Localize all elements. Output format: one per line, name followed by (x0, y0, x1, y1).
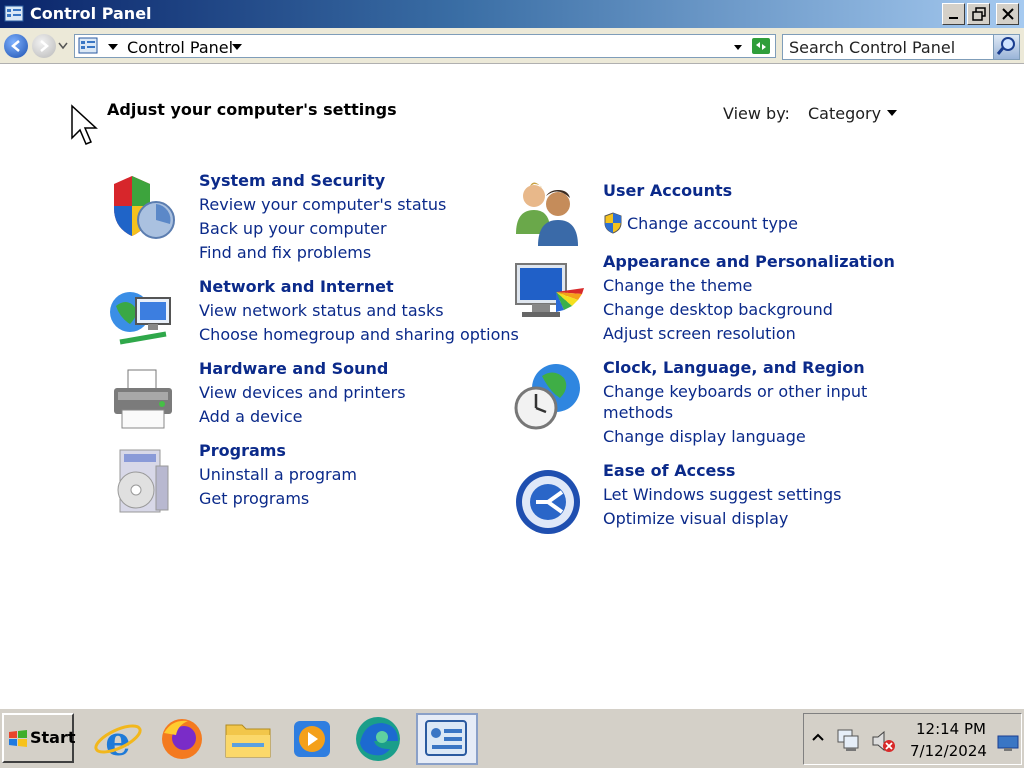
view-by-label: View by: (723, 104, 790, 123)
clock-date[interactable]: 7/12/2024 (910, 742, 987, 760)
forward-arrow-icon (40, 40, 49, 52)
link-change-keyboards[interactable]: Change keyboards or other input (603, 382, 867, 401)
shield-icon (114, 176, 175, 239)
ease-of-access-icon (516, 470, 580, 534)
main-content: Adjust your computer's settings View by:… (0, 64, 1024, 708)
link-change-account-type[interactable]: Change account type (627, 214, 798, 233)
taskbar: Start e 12:14 PM 7/12/2024 (0, 708, 1024, 768)
back-arrow-icon (11, 40, 20, 52)
recent-pages-dropdown-icon[interactable] (58, 42, 68, 50)
view-by-select[interactable]: Category (808, 104, 881, 123)
internet-explorer-icon: e (94, 718, 142, 765)
address-field[interactable]: Control Panel (74, 34, 776, 58)
volume-muted-icon[interactable] (870, 728, 896, 754)
refresh-icon[interactable] (751, 36, 771, 56)
link-screen-resolution[interactable]: Adjust screen resolution (603, 324, 796, 343)
clock-time[interactable]: 12:14 PM (916, 720, 986, 738)
taskbar-app-media-player[interactable] (284, 713, 340, 765)
show-desktop-icon[interactable] (996, 734, 1020, 752)
page-title: Adjust your computer's settings (107, 100, 397, 119)
close-button[interactable] (996, 3, 1019, 25)
link-review-status[interactable]: Review your computer's status (199, 195, 446, 214)
link-back-up[interactable]: Back up your computer (199, 219, 387, 238)
media-player-icon (294, 721, 330, 757)
category-network-and-internet[interactable]: Network and Internet (199, 277, 394, 296)
mouse-cursor-icon (71, 104, 98, 145)
taskbar-app-edge[interactable] (350, 713, 406, 765)
taskbar-app-control-panel[interactable] (416, 713, 478, 765)
system-tray: 12:14 PM 7/12/2024 (803, 713, 1022, 765)
minimize-button[interactable] (942, 3, 965, 25)
link-optimize-visual-display[interactable]: Optimize visual display (603, 509, 788, 528)
clock-globe-icon (514, 364, 580, 430)
link-find-fix-problems[interactable]: Find and fix problems (199, 243, 371, 262)
link-change-keyboards-continued[interactable]: methods (603, 403, 673, 422)
search-input[interactable]: Search Control Panel (782, 34, 1020, 60)
chevron-down-icon[interactable] (231, 43, 243, 51)
uac-shield-icon (604, 212, 622, 234)
chevron-down-icon[interactable] (887, 110, 897, 116)
category-clock-language-region[interactable]: Clock, Language, and Region (603, 358, 865, 377)
category-system-and-security[interactable]: System and Security (199, 171, 385, 190)
category-programs[interactable]: Programs (199, 441, 286, 460)
taskbar-app-firefox[interactable] (154, 713, 210, 765)
chevron-down-icon[interactable] (107, 43, 119, 51)
window-title: Control Panel (30, 4, 152, 23)
start-label: Start (30, 728, 76, 747)
link-change-display-language[interactable]: Change display language (603, 427, 806, 446)
show-hidden-icons-icon[interactable] (812, 732, 824, 746)
network-icon[interactable] (836, 728, 862, 752)
back-button[interactable] (4, 34, 28, 58)
restore-button[interactable] (967, 3, 990, 25)
category-hardware-and-sound[interactable]: Hardware and Sound (199, 359, 388, 378)
close-icon (1002, 8, 1014, 20)
title-bar[interactable]: Control Panel (0, 0, 1024, 28)
user-accounts-icon (516, 182, 578, 246)
link-homegroup[interactable]: Choose homegroup and sharing options (199, 325, 519, 344)
link-change-theme[interactable]: Change the theme (603, 276, 752, 295)
link-change-background[interactable]: Change desktop background (603, 300, 833, 319)
search-button[interactable] (993, 35, 1019, 59)
control-panel-icon (4, 5, 24, 22)
file-explorer-icon (225, 724, 271, 758)
printer-icon (114, 369, 172, 429)
link-uninstall-program[interactable]: Uninstall a program (199, 465, 357, 484)
start-button[interactable]: Start (2, 713, 76, 763)
firefox-icon (162, 719, 202, 759)
taskbar-app-internet-explorer[interactable]: e (90, 713, 146, 765)
minimize-icon (949, 17, 958, 19)
search-placeholder: Search Control Panel (789, 38, 956, 57)
link-network-status[interactable]: View network status and tasks (199, 301, 444, 320)
category-ease-of-access[interactable]: Ease of Access (603, 461, 735, 480)
restore-icon (972, 7, 986, 21)
category-appearance-and-personalization[interactable]: Appearance and Personalization (603, 252, 895, 271)
taskbar-app-file-explorer[interactable] (220, 713, 276, 765)
control-panel-icon (78, 37, 98, 54)
control-panel-icon (425, 720, 467, 756)
programs-icon (117, 449, 169, 513)
address-bar: Control Panel Search Control Panel (0, 28, 1024, 64)
network-globe-icon (110, 292, 171, 345)
search-icon (996, 37, 1015, 55)
link-windows-suggest-settings[interactable]: Let Windows suggest settings (603, 485, 841, 504)
breadcrumb[interactable]: Control Panel (127, 38, 233, 57)
history-dropdown-icon[interactable] (733, 44, 743, 51)
category-user-accounts[interactable]: User Accounts (603, 181, 732, 200)
edge-icon (356, 717, 400, 761)
link-get-programs[interactable]: Get programs (199, 489, 309, 508)
link-devices-printers[interactable]: View devices and printers (199, 383, 406, 402)
link-add-device[interactable]: Add a device (199, 407, 303, 426)
windows-logo-icon (9, 730, 27, 747)
forward-button[interactable] (32, 34, 56, 58)
appearance-monitor-icon (515, 263, 584, 317)
